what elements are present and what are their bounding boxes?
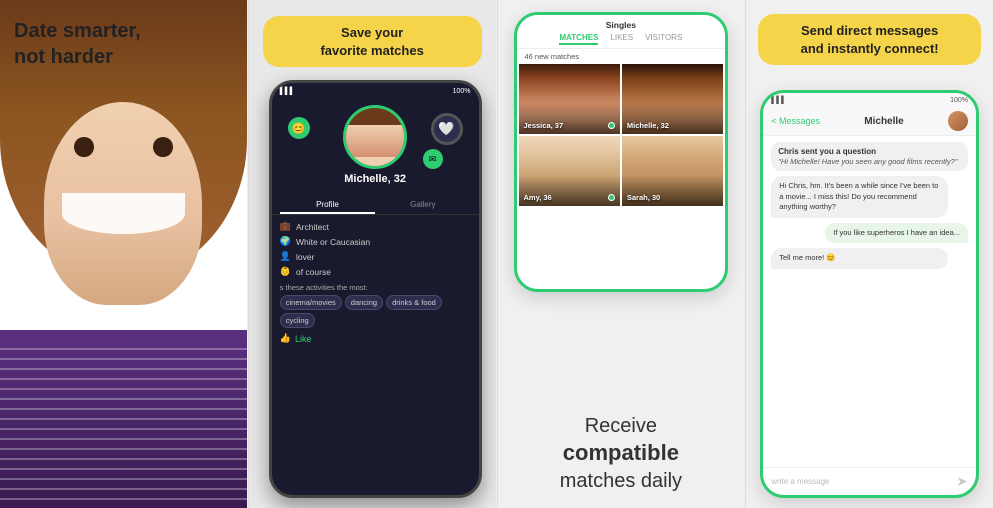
caption-compatible: compatible — [563, 440, 679, 465]
bubble-line1: Save your — [341, 25, 403, 40]
panel-4: Send direct messages and instantly conne… — [745, 0, 993, 508]
chat-avatar — [948, 111, 968, 131]
occupation-row: 💼 Architect — [280, 219, 471, 234]
matches-tabs: MATCHES LIKES VISITORS — [525, 33, 718, 45]
tag-cinema[interactable]: cinema/movies — [280, 295, 342, 310]
jessica-online — [608, 122, 615, 129]
new-matches-count: 46 new matches — [517, 49, 726, 64]
question-text: "Hi Michelle! Have you seen any good fil… — [778, 157, 961, 166]
match-cell-sarah[interactable]: Sarah, 30 — [622, 136, 723, 206]
headline-text: Date smarter, not harder — [14, 18, 141, 70]
kids-label: of course — [296, 267, 331, 277]
write-message-placeholder[interactable]: write a message — [771, 477, 950, 486]
message-header: < Messages Michelle — [763, 107, 976, 136]
tag-cycling[interactable]: cycling — [280, 313, 315, 328]
matches-phone: Singles MATCHES LIKES VISITORS 46 new ma… — [514, 12, 729, 292]
tag-drinks[interactable]: drinks & food — [386, 295, 442, 310]
chat-area: Chris sent you a question "Hi Michelle! … — [763, 136, 976, 467]
messages-phone: ▌▌▌ 100% < Messages Michelle Chris sent … — [760, 90, 979, 498]
signal-icon: ▌▌▌ — [771, 97, 786, 104]
chat-msg-2: If you like superheros I have an idea... — [825, 223, 968, 244]
direct-messages-bubble: Send direct messages and instantly conne… — [758, 14, 981, 65]
headline-line1: Date smarter, — [14, 20, 141, 42]
ethnicity-label: White or Caucasian — [296, 237, 370, 247]
back-arrow[interactable]: < Messages — [771, 116, 820, 126]
heart-button[interactable]: 🤍 — [431, 113, 463, 145]
send-label: Send — [801, 23, 833, 38]
bubble-line2: matches — [371, 43, 424, 58]
tab-matches[interactable]: MATCHES — [559, 33, 598, 45]
amy-label: Amy, 36 — [524, 193, 552, 202]
phone-mockup-2: ▌▌▌ 100% 😊 🤍 ✉ Michell — [269, 80, 482, 498]
status-row: 👤 lover — [280, 249, 471, 264]
send-button-icon[interactable]: ➤ — [956, 473, 968, 490]
activities-title: s these activities the most: — [280, 283, 471, 292]
like-button[interactable]: 👍 Like — [280, 333, 471, 344]
michelle-label: Michelle, 32 — [627, 121, 669, 130]
person-photo — [0, 0, 247, 508]
bubble-bold: favorite — [320, 43, 367, 58]
direct-messages-bold: direct messages — [836, 23, 938, 38]
write-message-bar: write a message ➤ — [763, 467, 976, 495]
panel-2: Save your favorite matches ▌▌▌ 100% 😊 — [248, 0, 497, 508]
activity-tags: cinema/movies dancing drinks & food cycl… — [280, 295, 471, 328]
headline-line2: not harder — [14, 46, 113, 68]
chat-msg-1: Hi Chris, hm. It's been a while since I'… — [771, 176, 948, 218]
tab-likes[interactable]: LIKES — [610, 33, 633, 45]
chat-header-name: Michelle — [824, 116, 944, 127]
matches-grid: Jessica, 37 Michelle, 32 Amy, 36 — [517, 64, 726, 208]
like-label: Like — [295, 334, 312, 344]
panel-3: Singles MATCHES LIKES VISITORS 46 new ma… — [497, 0, 746, 508]
sarah-label: Sarah, 30 — [627, 193, 660, 202]
match-cell-michelle[interactable]: Michelle, 32 — [622, 64, 723, 134]
tab-visitors[interactable]: VISITORS — [645, 33, 682, 45]
nav-title: Singles — [525, 20, 718, 30]
kids-row: 👶 of course — [280, 264, 471, 279]
amy-online — [608, 194, 615, 201]
question-sender: Chris sent you a question — [778, 147, 961, 156]
message-icon[interactable]: ✉ — [423, 149, 443, 169]
connect-label: and instantly connect! — [801, 41, 939, 56]
tab-gallery[interactable]: Gallery — [375, 197, 470, 214]
tab-profile[interactable]: Profile — [280, 197, 375, 214]
favorite-matches-bubble: Save your favorite matches — [263, 16, 482, 67]
headline: Date smarter, not harder — [14, 18, 141, 70]
matches-caption: Receive compatible matches daily — [498, 413, 745, 494]
status-label: lover — [296, 252, 314, 262]
match-cell-jessica[interactable]: Jessica, 37 — [519, 64, 620, 134]
profile-name-2: Michelle, 32 — [280, 173, 471, 185]
smiley-icon[interactable]: 😊 — [288, 117, 310, 139]
question-bubble: Chris sent you a question "Hi Michelle! … — [771, 142, 968, 171]
match-cell-amy[interactable]: Amy, 36 — [519, 136, 620, 206]
tag-dancing[interactable]: dancing — [345, 295, 383, 310]
caption-receive: Receive — [585, 415, 657, 437]
chat-msg-3: Tell me more! 😊 — [771, 248, 948, 269]
occupation-label: Architect — [296, 222, 329, 232]
battery-label: 100% — [950, 97, 968, 104]
ethnicity-row: 🌍 White or Caucasian — [280, 234, 471, 249]
jessica-label: Jessica, 37 — [524, 121, 564, 130]
caption-daily: matches daily — [560, 470, 682, 492]
panel-1: Date smarter, not harder — [0, 0, 248, 508]
